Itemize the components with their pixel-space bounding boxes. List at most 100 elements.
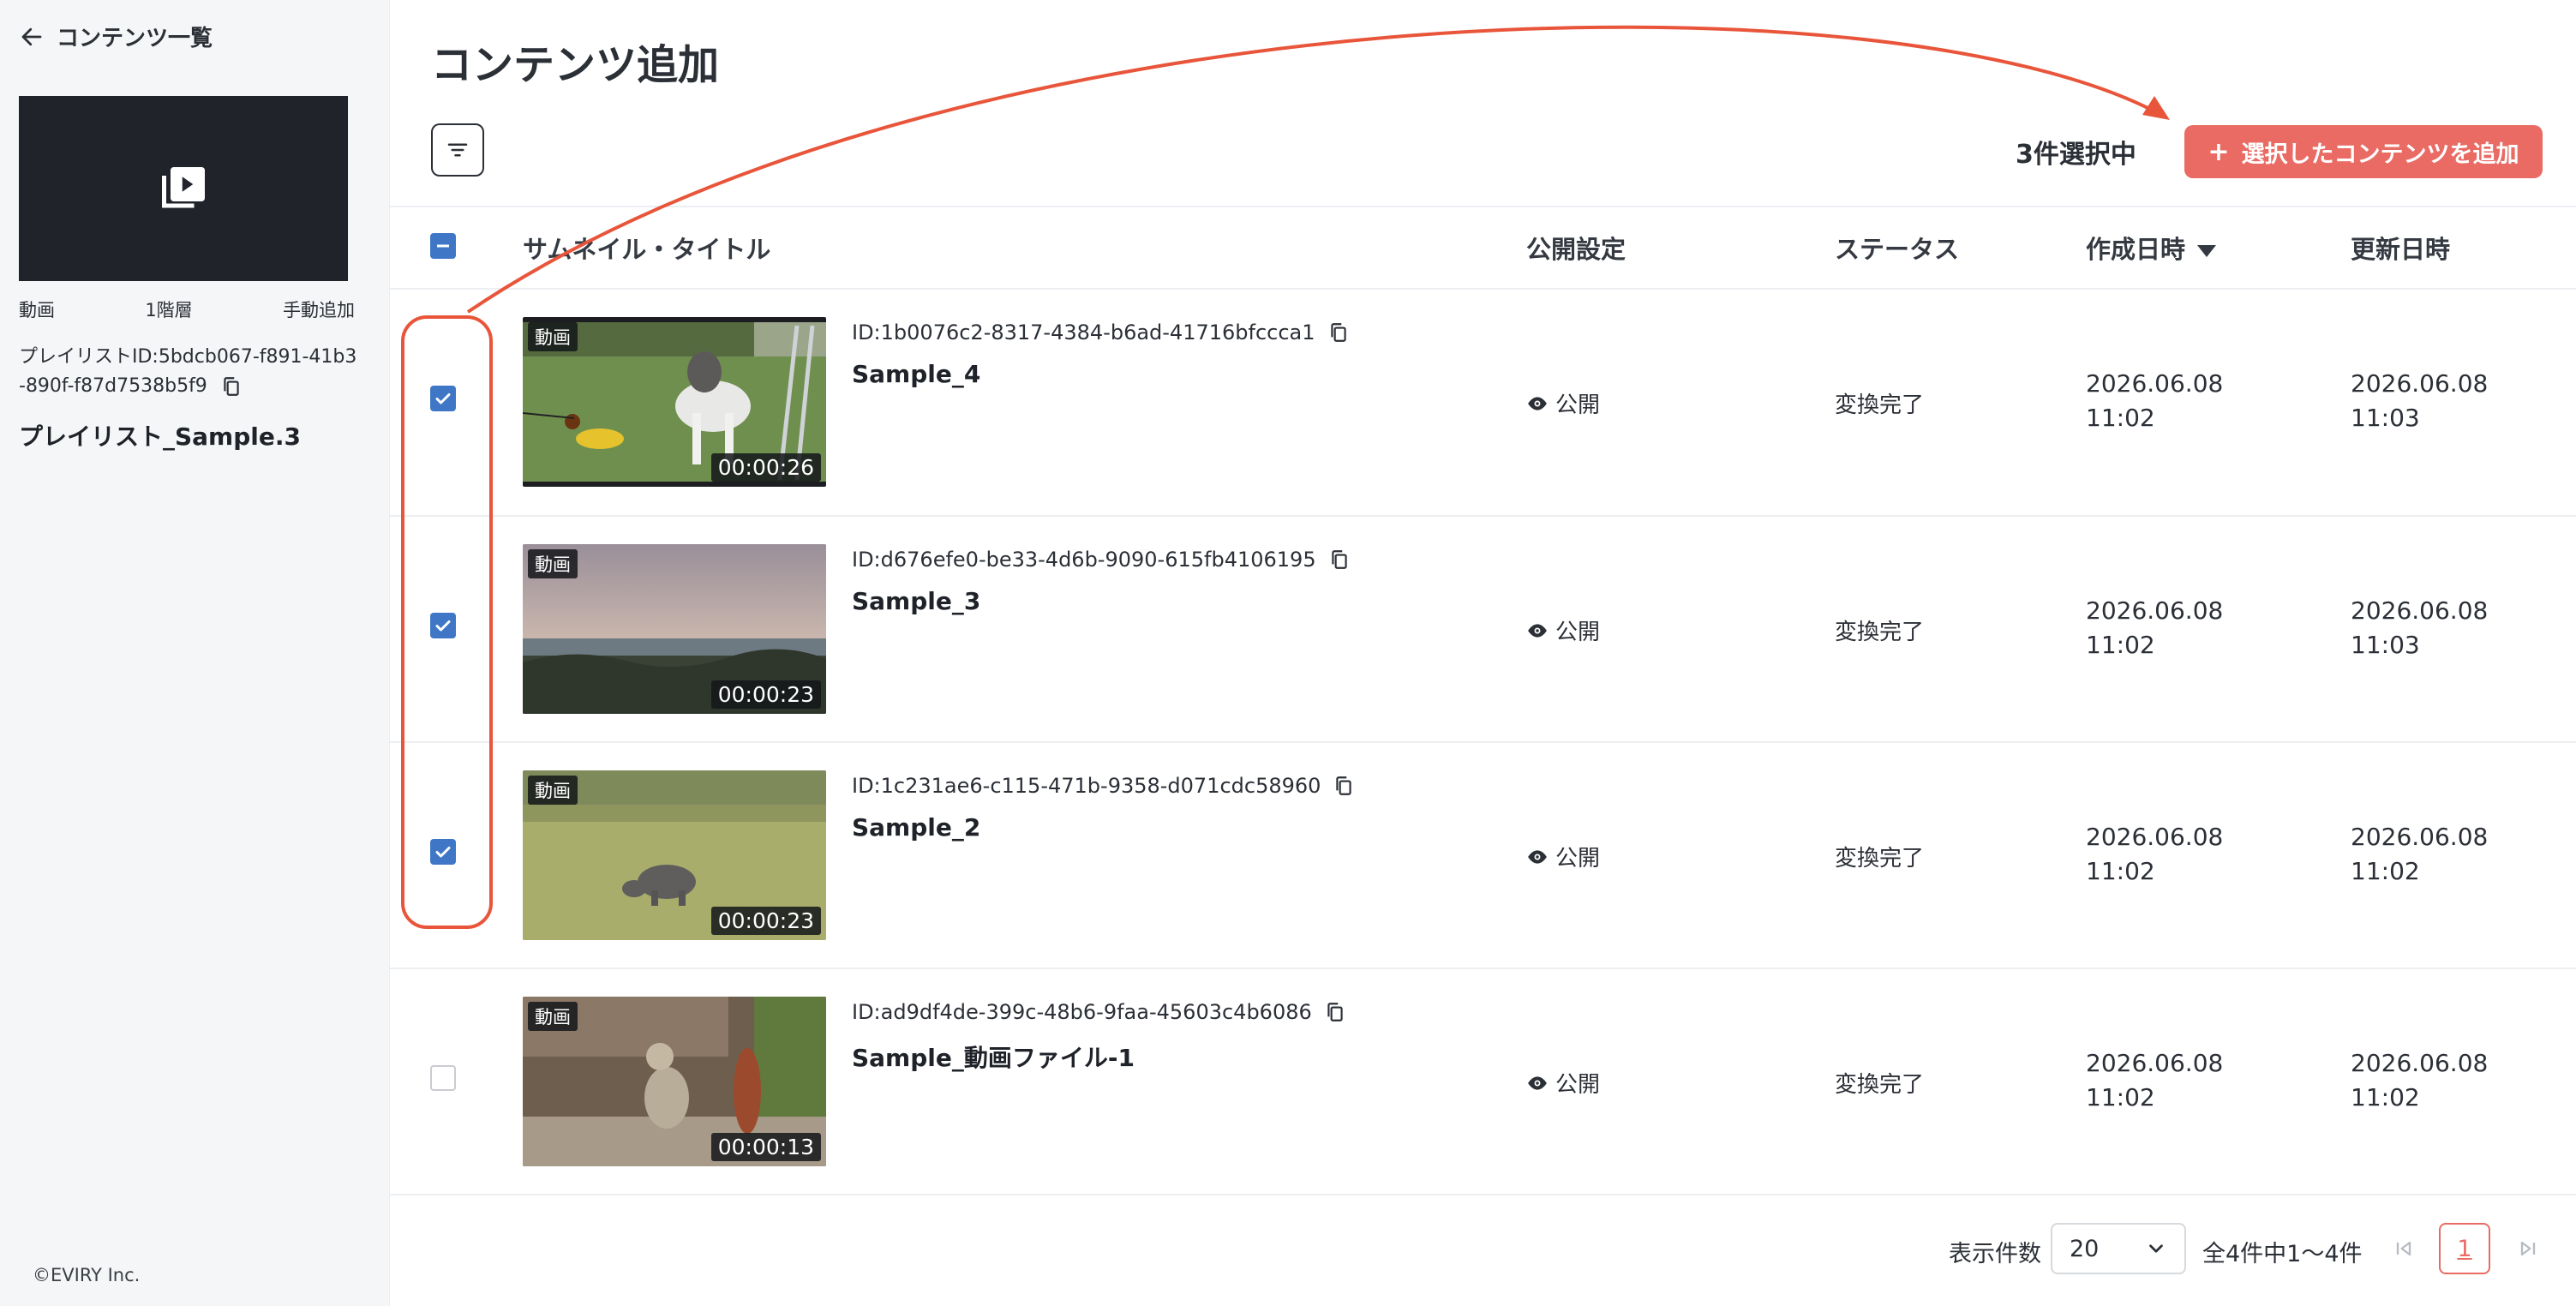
publish-label: 公開 bbox=[1555, 392, 1601, 418]
updated-date: 2026.06.08 bbox=[2351, 596, 2489, 625]
last-page-button[interactable] bbox=[2502, 1223, 2554, 1274]
status-text: 変換完了 bbox=[1835, 392, 1925, 418]
duration-badge: 00:00:23 bbox=[710, 680, 821, 709]
per-page-select[interactable]: 20 bbox=[2051, 1223, 2186, 1274]
back-link-label: コンテンツ一覧 bbox=[57, 26, 213, 51]
divider bbox=[390, 206, 2576, 207]
copy-icon[interactable] bbox=[1328, 548, 1351, 571]
created-datetime: 2026.06.08 11:02 bbox=[2086, 1046, 2223, 1115]
column-status: ステータス bbox=[1835, 235, 1960, 264]
content-id-text: ID:d676efe0-be33-4d6b-9090-615fb4106195 bbox=[852, 548, 1316, 572]
back-to-content-list-link[interactable]: コンテンツ一覧 bbox=[19, 21, 213, 52]
copy-icon[interactable] bbox=[1324, 1001, 1346, 1023]
publish-setting: 公開 bbox=[1526, 387, 1600, 419]
table-row[interactable]: 動画 00:00:23 ID:1c231ae6-c115-471b-9358-d… bbox=[390, 743, 2576, 969]
created-date: 2026.06.08 bbox=[2086, 596, 2224, 625]
video-library-icon bbox=[162, 167, 205, 208]
page-range: 全4件中1〜4件 bbox=[2202, 1241, 2363, 1267]
content-thumbnail[interactable]: 動画 00:00:26 bbox=[523, 317, 826, 487]
content-id: ID:ad9df4de-399c-48b6-9faa-45603c4b6086 bbox=[852, 1000, 1346, 1024]
divider bbox=[390, 1194, 2576, 1195]
playlist-add-mode: 手動追加 bbox=[283, 300, 355, 321]
status-text: 変換完了 bbox=[1835, 1072, 1925, 1098]
per-page-value: 20 bbox=[2070, 1235, 2100, 1262]
media-type-badge: 動画 bbox=[528, 776, 578, 805]
status-text: 変換完了 bbox=[1835, 620, 1925, 645]
media-type-badge: 動画 bbox=[528, 549, 578, 578]
playlist-id: プレイリストID:5bdcb067-f891-41b3 -890f-f87d75… bbox=[19, 343, 362, 401]
sidebar: コンテンツ一覧 動画 1階層 手動追加 プレイリストID:5bdcb067-f8… bbox=[0, 0, 390, 1306]
page-button-current[interactable]: 1 bbox=[2439, 1223, 2490, 1274]
updated-datetime: 2026.06.08 11:03 bbox=[2351, 367, 2488, 435]
updated-date: 2026.06.08 bbox=[2351, 823, 2489, 851]
copy-icon[interactable] bbox=[220, 375, 243, 398]
created-datetime: 2026.06.08 11:02 bbox=[2086, 367, 2223, 435]
media-type-badge: 動画 bbox=[528, 322, 578, 351]
playlist-thumbnail bbox=[19, 96, 348, 281]
eye-icon bbox=[1528, 396, 1547, 410]
publish-setting: 公開 bbox=[1526, 614, 1600, 646]
table-row[interactable]: 動画 00:00:13 ID:ad9df4de-399c-48b6-9faa-4… bbox=[390, 969, 2576, 1195]
updated-datetime: 2026.06.08 11:02 bbox=[2351, 1046, 2488, 1115]
duration-badge: 00:00:26 bbox=[710, 453, 821, 482]
updated-date: 2026.06.08 bbox=[2351, 1049, 2489, 1077]
content-thumbnail[interactable]: 動画 00:00:13 bbox=[523, 997, 826, 1166]
row-checkbox[interactable] bbox=[430, 839, 456, 865]
media-type-badge: 動画 bbox=[528, 1002, 578, 1031]
created-time: 11:02 bbox=[2086, 1083, 2155, 1111]
duration-badge: 00:00:13 bbox=[710, 1133, 821, 1161]
content-thumbnail[interactable]: 動画 00:00:23 bbox=[523, 770, 826, 940]
publish-setting: 公開 bbox=[1526, 1067, 1600, 1099]
row-checkbox[interactable] bbox=[430, 613, 456, 638]
playlist-id-line1: プレイリストID:5bdcb067-f891-41b3 bbox=[19, 346, 357, 368]
content-id: ID:1b0076c2-8317-4384-b6ad-41716bfccca1 bbox=[852, 321, 1350, 344]
filter-button[interactable] bbox=[431, 123, 484, 177]
first-page-icon bbox=[2396, 1241, 2411, 1256]
add-button-label: 選択したコンテンツを追加 bbox=[2241, 141, 2519, 168]
select-all-checkbox[interactable] bbox=[430, 233, 456, 259]
add-selected-content-button[interactable]: + 選択したコンテンツを追加 bbox=[2184, 125, 2543, 178]
duration-badge: 00:00:23 bbox=[710, 907, 821, 935]
row-checkbox[interactable] bbox=[430, 1065, 456, 1091]
filter-icon bbox=[447, 143, 468, 157]
updated-time: 11:02 bbox=[2351, 857, 2420, 885]
minus-icon bbox=[437, 244, 449, 248]
updated-time: 11:03 bbox=[2351, 631, 2420, 659]
created-date: 2026.06.08 bbox=[2086, 1049, 2224, 1077]
copy-icon[interactable] bbox=[1333, 775, 1355, 797]
updated-time: 11:02 bbox=[2351, 1083, 2420, 1111]
column-created[interactable]: 作成日時 bbox=[2086, 230, 2217, 266]
playlist-id-line2: -890f-f87d7538b5f9 bbox=[19, 375, 207, 397]
check-icon bbox=[435, 393, 451, 404]
annotation-arrow-head bbox=[2142, 96, 2170, 120]
chevron-down-icon bbox=[2149, 1244, 2163, 1253]
check-icon bbox=[435, 847, 451, 858]
content-thumbnail[interactable]: 動画 00:00:23 bbox=[523, 544, 826, 714]
content-id: ID:d676efe0-be33-4d6b-9090-615fb4106195 bbox=[852, 548, 1351, 572]
table-row[interactable]: 動画 00:00:23 ID:d676efe0-be33-4d6b-9090-6… bbox=[390, 517, 2576, 743]
plus-icon: + bbox=[2208, 136, 2230, 167]
publish-label: 公開 bbox=[1555, 620, 1601, 645]
created-datetime: 2026.06.08 11:02 bbox=[2086, 594, 2223, 662]
content-id-text: ID:ad9df4de-399c-48b6-9faa-45603c4b6086 bbox=[852, 1000, 1312, 1024]
copy-icon[interactable] bbox=[1327, 321, 1350, 344]
column-publish: 公開設定 bbox=[1526, 235, 1626, 264]
updated-datetime: 2026.06.08 11:02 bbox=[2351, 820, 2488, 889]
table-row[interactable]: 動画 00:00:26 ID:1b0076c2-8317-4384-b6ad-4… bbox=[390, 290, 2576, 516]
first-page-button[interactable] bbox=[2378, 1223, 2429, 1274]
row-checkbox[interactable] bbox=[430, 386, 456, 411]
arrow-left-icon bbox=[21, 27, 42, 45]
sort-desc-icon[interactable] bbox=[2197, 245, 2217, 257]
per-page-label: 表示件数 bbox=[1949, 1241, 2041, 1267]
eye-icon bbox=[1528, 623, 1547, 638]
annotation-arrow-curve bbox=[466, 25, 2162, 314]
copyright: ©EVIRY Inc. bbox=[33, 1265, 141, 1285]
check-icon bbox=[435, 620, 451, 632]
updated-date: 2026.06.08 bbox=[2351, 369, 2489, 398]
publish-label: 公開 bbox=[1555, 1072, 1601, 1098]
content-id-text: ID:1b0076c2-8317-4384-b6ad-41716bfccca1 bbox=[852, 321, 1315, 344]
column-thumb-title: サムネイル・タイトル bbox=[523, 235, 771, 264]
created-time: 11:02 bbox=[2086, 857, 2155, 885]
eye-icon bbox=[1528, 1075, 1547, 1090]
playlist-meta: 動画 1階層 手動追加 bbox=[19, 297, 355, 322]
